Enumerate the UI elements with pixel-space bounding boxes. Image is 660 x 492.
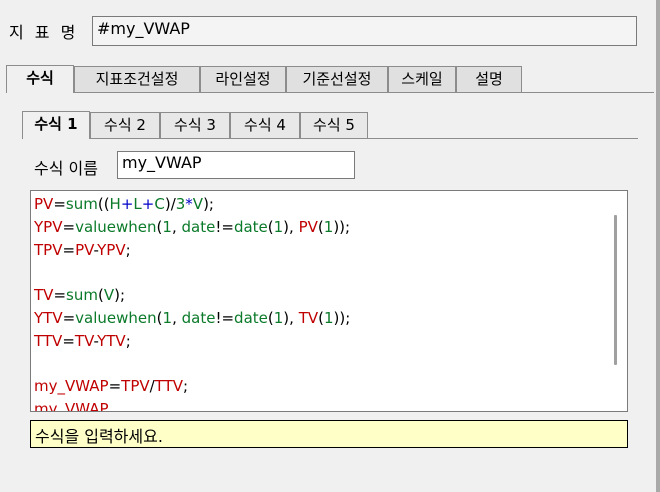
tab-scale[interactable]: 스케일 — [388, 66, 456, 92]
tab-baseline-settings[interactable]: 기준선설정 — [286, 66, 388, 92]
code-line[interactable]: YPV=valuewhen(1, date!=date(1), PV(1)); — [34, 216, 350, 239]
code-line[interactable]: TV=sum(V); — [34, 284, 350, 307]
formula-code[interactable]: PV=sum((H+L+C)/3*V); YPV=valuewhen(1, dat… — [34, 193, 350, 411]
formula-editor[interactable]: PV=sum((H+L+C)/3*V); YPV=valuewhen(1, dat… — [30, 190, 628, 412]
subtab-divider — [22, 138, 638, 139]
indicator-name-label: 지 표 명 — [9, 23, 79, 42]
tab-formula[interactable]: 수식 — [6, 65, 74, 93]
formula-name-label: 수식 이름 — [34, 159, 98, 178]
code-line[interactable]: my_VWAP — [34, 398, 350, 411]
indicator-name-field[interactable]: #my_VWAP — [92, 16, 637, 46]
code-line[interactable]: PV=sum((H+L+C)/3*V); — [34, 193, 350, 216]
hint-bar: 수식을 입력하세요. — [30, 420, 628, 448]
tab-description[interactable]: 설명 — [456, 66, 522, 92]
subtab-formula-3[interactable]: 수식 3 — [160, 112, 230, 138]
formula-name-input[interactable]: my_VWAP — [117, 151, 355, 179]
editor-scroll-thumb[interactable] — [614, 215, 617, 365]
subtab-formula-1[interactable]: 수식 1 — [22, 111, 90, 139]
editor-scrollbar[interactable] — [605, 191, 627, 411]
tab-indicator-condition[interactable]: 지표조건설정 — [74, 66, 200, 92]
tab-line-settings[interactable]: 라인설정 — [200, 66, 286, 92]
subtab-formula-5[interactable]: 수식 5 — [300, 112, 368, 138]
code-line[interactable]: TTV=TV-YTV; — [34, 330, 350, 353]
subtab-formula-4[interactable]: 수식 4 — [230, 112, 300, 138]
subtab-formula-2[interactable]: 수식 2 — [90, 112, 160, 138]
code-line[interactable]: TPV=PV-YPV; — [34, 239, 350, 262]
code-line[interactable]: my_VWAP=TPV/TTV; — [34, 375, 350, 398]
code-line[interactable] — [34, 261, 350, 284]
code-line[interactable]: YTV=valuewhen(1, date!=date(1), TV(1)); — [34, 307, 350, 330]
window-right-border — [656, 0, 660, 492]
code-line[interactable] — [34, 353, 350, 376]
